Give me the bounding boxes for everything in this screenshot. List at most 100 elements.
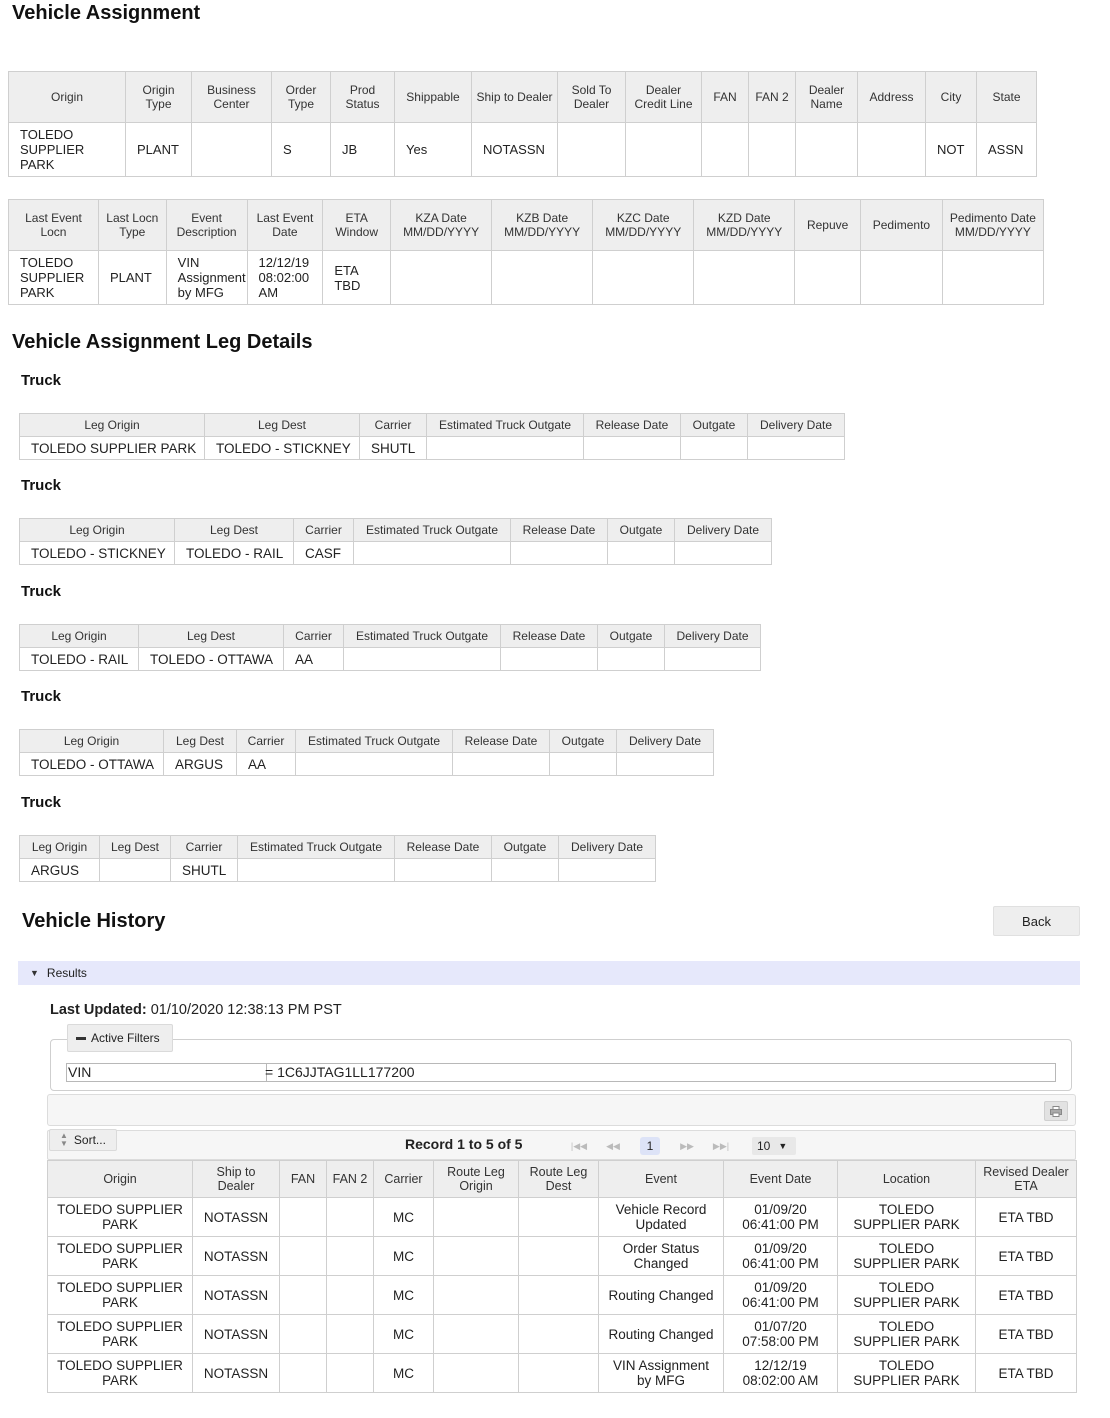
column-header: Outgate	[680, 413, 748, 437]
column-header[interactable]: Event Date	[723, 1160, 838, 1198]
last-page-icon[interactable]: ▶▶|	[706, 1138, 736, 1154]
column-header: Outgate	[549, 729, 617, 753]
table-cell: TOLEDO SUPPLIER PARK	[47, 1275, 193, 1315]
prev-page-icon[interactable]: ◀◀	[598, 1138, 628, 1154]
table-cell	[748, 122, 796, 177]
filter-value: = 1C6JJTAG1LL177200	[265, 1064, 415, 1080]
sort-button[interactable]: ▲ ▼ Sort...	[49, 1129, 117, 1151]
results-panel-header[interactable]: ▼ Results	[18, 961, 1080, 985]
table-cell	[795, 122, 858, 177]
column-header[interactable]: FAN	[279, 1160, 327, 1198]
column-header[interactable]: Location	[837, 1160, 976, 1198]
table-cell	[857, 122, 926, 177]
column-header: State	[976, 71, 1037, 123]
column-header: Release Date	[510, 518, 608, 542]
table-cell: TOLEDO SUPPLIER PARK	[837, 1275, 976, 1315]
table-cell: Yes	[394, 122, 472, 177]
table-cell	[433, 1197, 519, 1237]
table-row[interactable]: TOLEDO SUPPLIER PARK NOTASSN MC Vehicle …	[47, 1197, 1077, 1237]
history-table: Origin Ship to Dealer FAN FAN 2 Carrier …	[47, 1160, 1077, 1393]
table-cell: AA	[283, 647, 344, 671]
table-row[interactable]: TOLEDO SUPPLIER PARK NOTASSN MC Routing …	[47, 1275, 1077, 1315]
column-header: Outgate	[597, 624, 665, 648]
table-cell: ETA TBD	[975, 1236, 1077, 1276]
table-cell: Order Status Changed	[598, 1236, 724, 1276]
table-row[interactable]: TOLEDO SUPPLIER PARK NOTASSN MC Order St…	[47, 1236, 1077, 1276]
column-header: Estimated Truck Outgate	[237, 835, 395, 859]
column-header: Pedimento Date MM/DD/YYYY	[941, 199, 1045, 251]
table-cell: NOTASSN	[192, 1353, 280, 1393]
table-cell: 01/09/20 06:41:00 PM	[723, 1236, 838, 1276]
table-cell: TOLEDO SUPPLIER PARK	[47, 1236, 193, 1276]
table-cell: Vehicle Record Updated	[598, 1197, 724, 1237]
column-header: Release Date	[394, 835, 492, 859]
assignment-table-2-header: Last Event Locn Last Locn Type Event Des…	[8, 199, 1045, 251]
table-cell: Routing Changed	[598, 1314, 724, 1354]
table-cell: NOTASSN	[192, 1275, 280, 1315]
table-cell: AA	[236, 752, 296, 776]
next-page-icon[interactable]: ▶▶	[672, 1138, 702, 1154]
table-cell: NOT	[925, 122, 977, 177]
page-size-select[interactable]: 10 ▼	[752, 1137, 796, 1155]
leg-table: Leg Origin Leg Dest Carrier Estimated Tr…	[19, 729, 714, 776]
table-row[interactable]: TOLEDO SUPPLIER PARK NOTASSN MC Routing …	[47, 1314, 1077, 1354]
table-cell	[583, 436, 681, 460]
column-header: City	[925, 71, 977, 123]
grid-toolbar	[47, 1094, 1076, 1126]
table-cell: SHUTL	[170, 858, 238, 882]
table-cell	[326, 1314, 374, 1354]
back-button[interactable]: Back	[993, 906, 1080, 936]
table-cell: Routing Changed	[598, 1275, 724, 1315]
table-row[interactable]: TOLEDO SUPPLIER PARK NOTASSN MC VIN Assi…	[47, 1353, 1077, 1393]
column-header: Order Type	[271, 71, 331, 123]
column-header[interactable]: Event	[598, 1160, 724, 1198]
column-header: Leg Dest	[138, 624, 284, 648]
vehicle-history-title: Vehicle History	[22, 910, 166, 932]
column-header: Sold To Dealer	[557, 71, 626, 123]
column-header[interactable]: Origin	[47, 1160, 193, 1198]
column-header: ETA Window	[322, 199, 392, 251]
column-header: Delivery Date	[558, 835, 656, 859]
column-header: Release Date	[452, 729, 550, 753]
page-size-value: 10	[757, 1139, 771, 1153]
table-cell	[607, 541, 675, 565]
table-cell: ETA TBD	[975, 1314, 1077, 1354]
column-header[interactable]: Revised Dealer ETA	[975, 1160, 1077, 1198]
column-header: Leg Origin	[19, 729, 164, 753]
first-page-icon[interactable]: |◀◀	[564, 1138, 594, 1154]
column-header: Last Event Locn	[8, 199, 99, 251]
table-cell: TOLEDO SUPPLIER PARK	[837, 1197, 976, 1237]
table-row: TOLEDO SUPPLIER PARK PLANT S JB Yes NOTA…	[8, 122, 1037, 177]
column-header[interactable]: Route Leg Dest	[518, 1160, 599, 1198]
table-row: TOLEDO SUPPLIER PARK TOLEDO - STICKNEY S…	[19, 436, 845, 460]
column-header[interactable]: FAN 2	[326, 1160, 374, 1198]
table-cell: JB	[330, 122, 395, 177]
column-header[interactable]: Ship to Dealer	[192, 1160, 280, 1198]
print-button[interactable]	[1044, 1101, 1068, 1121]
column-header: Carrier	[293, 518, 354, 542]
column-header: Leg Origin	[19, 518, 175, 542]
column-header: Business Center	[191, 71, 272, 123]
column-header: Leg Origin	[19, 413, 205, 437]
column-header: Delivery Date	[664, 624, 761, 648]
table-cell: PLANT	[125, 122, 192, 177]
table-cell	[701, 122, 749, 177]
table-cell	[433, 1353, 519, 1393]
active-filters-toggle[interactable]: Active Filters	[67, 1024, 173, 1052]
table-cell: ETA TBD	[975, 1197, 1077, 1237]
column-header[interactable]: Carrier	[373, 1160, 434, 1198]
table-cell	[616, 752, 714, 776]
column-header[interactable]: Route Leg Origin	[433, 1160, 519, 1198]
table-cell: TOLEDO - RAIL	[19, 647, 139, 671]
current-page[interactable]: 1	[640, 1137, 660, 1155]
table-cell	[353, 541, 511, 565]
column-header: Dealer Credit Line	[625, 71, 702, 123]
table-cell: TOLEDO - RAIL	[174, 541, 294, 565]
assignment-table-1: Origin Origin Type Business Center Order…	[8, 71, 1037, 177]
table-cell	[680, 436, 748, 460]
table-cell	[390, 250, 493, 305]
column-header: Pedimento	[859, 199, 943, 251]
table-cell	[279, 1197, 327, 1237]
column-header: Leg Dest	[99, 835, 171, 859]
leg-label: Truck	[21, 688, 62, 705]
